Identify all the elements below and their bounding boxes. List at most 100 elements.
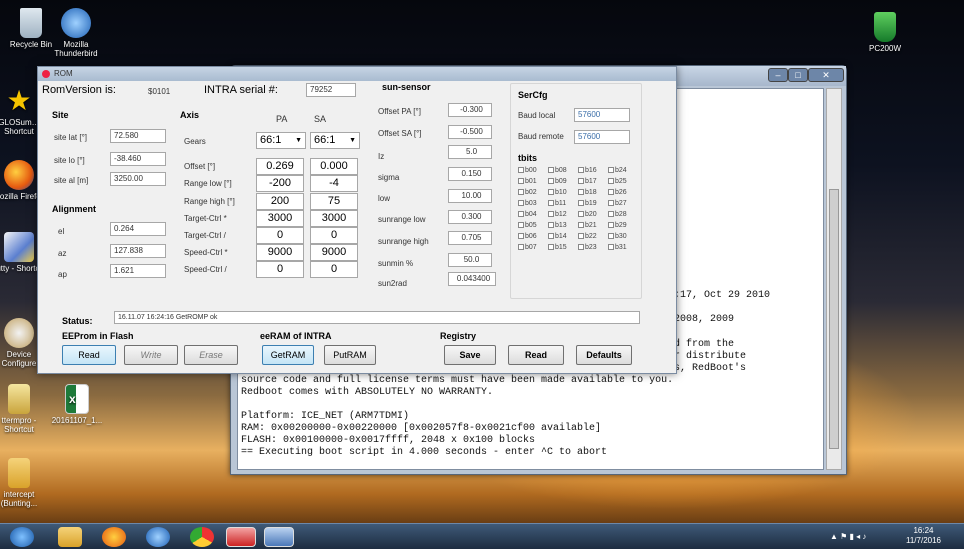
terminal-scrollbar[interactable] [826,88,842,470]
sun-field[interactable]: 0.300 [448,210,492,224]
registry-defaults-button[interactable]: Defaults [576,345,632,365]
checkbox-box[interactable] [548,222,554,229]
checkbox-box[interactable] [608,222,614,229]
taskbar-explorer-icon[interactable] [58,527,82,547]
tray-icons[interactable]: ▲ ⚑ ▮ ◂ ♪ [830,532,866,541]
sun-field[interactable]: 50.0 [448,253,492,267]
sun-field[interactable]: 5.0 [448,145,492,159]
checkbox-box[interactable] [518,178,524,185]
taskbar-rom-app-icon[interactable] [226,527,256,547]
checkbox-box[interactable] [608,211,614,218]
checkbox-box[interactable] [548,233,554,240]
scrollbar-thumb[interactable] [829,189,839,449]
sun-field[interactable]: 0.705 [448,231,492,245]
axis-pa-field[interactable]: 0.269 [256,158,304,175]
tbit-checkbox[interactable]: b14 [548,233,567,240]
axis-pa-field[interactable]: 0 [256,227,304,244]
checkbox-box[interactable] [548,167,554,174]
checkbox-box[interactable] [608,167,614,174]
axis-pa-field[interactable]: 0 [256,261,304,278]
tbit-checkbox[interactable]: b16 [578,167,597,174]
sun-field[interactable]: -0.500 [448,125,492,139]
gears-sa-select[interactable]: 66:1 ▼ [310,132,360,149]
checkbox-box[interactable] [578,189,584,196]
axis-sa-field[interactable]: -4 [310,175,358,192]
minimize-button[interactable]: – [768,68,788,82]
eeprom-erase-button[interactable]: Erase [184,345,238,365]
taskbar-firefox-icon[interactable] [102,527,126,547]
checkbox-box[interactable] [608,200,614,207]
checkbox-box[interactable] [608,178,614,185]
desktop-icon-thunderbird[interactable]: Mozilla Thunderbird [47,8,105,58]
sun-field[interactable]: 0.043400 [448,272,496,286]
checkbox-box[interactable] [548,244,554,251]
tbit-checkbox[interactable]: b17 [578,178,597,185]
checkbox-box[interactable] [548,178,554,185]
tbit-checkbox[interactable]: b25 [608,178,627,185]
registry-save-button[interactable]: Save [444,345,496,365]
tbit-checkbox[interactable]: b21 [578,222,597,229]
tbit-checkbox[interactable]: b10 [548,189,567,196]
eeprom-read-button[interactable]: Read [62,345,116,365]
checkbox-box[interactable] [518,211,524,218]
checkbox-box[interactable] [518,233,524,240]
tbit-checkbox[interactable]: b12 [548,211,567,218]
axis-sa-field[interactable]: 75 [310,193,358,210]
axis-sa-field[interactable]: 0.000 [310,158,358,175]
clock[interactable]: 16:24 11/7/2016 [906,526,941,546]
axis-pa-field[interactable]: 200 [256,193,304,210]
checkbox-box[interactable] [518,244,524,251]
checkbox-box[interactable] [608,233,614,240]
tbit-checkbox[interactable]: b15 [548,244,567,251]
desktop-icon-excel-file[interactable]: x 20161107_1... [48,384,106,425]
desktop-icon-ttermpro[interactable]: ttermpro - Shortcut [0,384,48,434]
alignment-el-field[interactable]: 0.264 [110,222,166,236]
checkbox-box[interactable] [518,200,524,207]
tbit-checkbox[interactable]: b20 [578,211,597,218]
checkbox-box[interactable] [548,211,554,218]
checkbox-box[interactable] [578,233,584,240]
tbit-checkbox[interactable]: b13 [548,222,567,229]
serial-field[interactable]: 79252 [306,83,356,97]
axis-sa-field[interactable]: 0 [310,227,358,244]
axis-sa-field[interactable]: 0 [310,261,358,278]
checkbox-box[interactable] [518,189,524,196]
taskbar-terminal-icon[interactable] [264,527,294,547]
axis-pa-field[interactable]: 3000 [256,210,304,227]
eeprom-write-button[interactable]: Write [124,345,178,365]
checkbox-box[interactable] [578,211,584,218]
tbit-checkbox[interactable]: b28 [608,211,627,218]
checkbox-box[interactable] [608,189,614,196]
baud-local-field[interactable]: 57600 [574,108,630,122]
alignment-az-field[interactable]: 127.838 [110,244,166,258]
desktop-icon-pc200w[interactable]: PC200W [856,12,914,53]
tbit-checkbox[interactable]: b31 [608,244,627,251]
sun-field[interactable]: -0.300 [448,103,492,117]
checkbox-box[interactable] [578,244,584,251]
checkbox-box[interactable] [518,222,524,229]
alignment-ap-field[interactable]: 1.621 [110,264,166,278]
maximize-button[interactable]: □ [788,68,808,82]
checkbox-box[interactable] [608,244,614,251]
tbit-checkbox[interactable]: b05 [518,222,537,229]
checkbox-box[interactable] [578,222,584,229]
close-button[interactable]: ✕ [808,68,844,82]
tbit-checkbox[interactable]: b04 [518,211,537,218]
tbit-checkbox[interactable]: b26 [608,189,627,196]
tbit-checkbox[interactable]: b18 [578,189,597,196]
tbit-checkbox[interactable]: b09 [548,178,567,185]
rom-dialog[interactable]: ROM RomVersion is: $0101 INTRA serial #:… [37,66,677,374]
start-button[interactable] [10,527,34,547]
site-lon-field[interactable]: -38.460 [110,152,166,166]
tbit-checkbox[interactable]: b11 [548,200,566,207]
gears-pa-select[interactable]: 66:1 ▼ [256,132,306,149]
baud-remote-field[interactable]: 57600 [574,130,630,144]
tbit-checkbox[interactable]: b29 [608,222,627,229]
sun-field[interactable]: 0.150 [448,167,492,181]
checkbox-box[interactable] [578,178,584,185]
taskbar-thunderbird-icon[interactable] [146,527,170,547]
checkbox-box[interactable] [578,200,584,207]
axis-pa-field[interactable]: -200 [256,175,304,192]
tbit-checkbox[interactable]: b00 [518,167,537,174]
checkbox-box[interactable] [578,167,584,174]
